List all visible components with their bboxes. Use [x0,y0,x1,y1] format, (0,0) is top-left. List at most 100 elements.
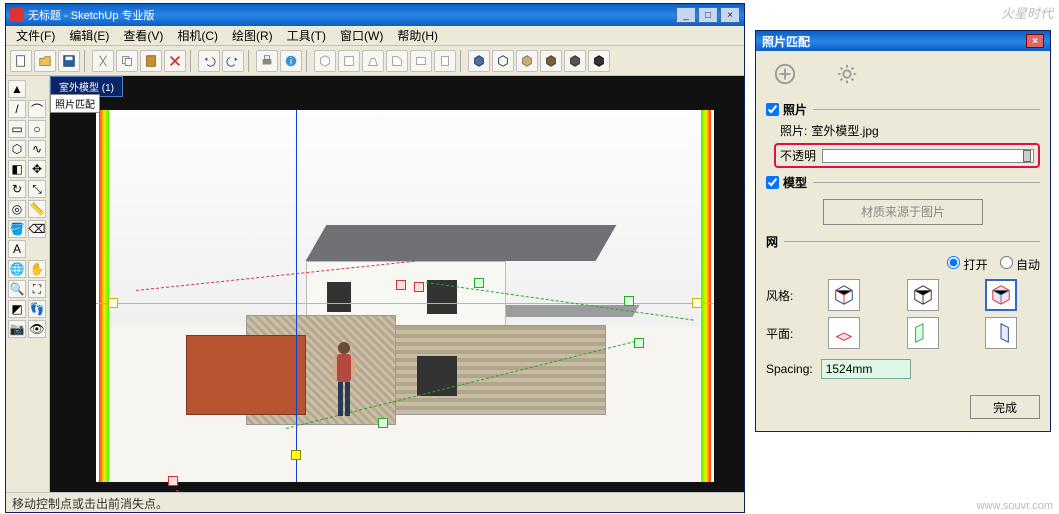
print-button[interactable] [256,50,278,72]
new-button[interactable] [10,50,32,72]
front-view-button[interactable] [362,50,384,72]
zoom-extents-tool[interactable]: ⛶ [28,280,46,298]
style-tb6[interactable] [588,50,610,72]
material-from-photo-button[interactable]: 材质来源于图片 [823,199,983,225]
paint-tool[interactable]: 🪣 [8,220,26,238]
done-button[interactable]: 完成 [970,395,1040,419]
cut-button[interactable] [92,50,114,72]
scale-tool[interactable]: ⤡ [28,180,46,198]
style-option-2[interactable] [907,279,939,311]
open-button[interactable] [34,50,56,72]
move-tool[interactable]: ✥ [28,160,46,178]
opacity-slider[interactable] [822,149,1034,163]
section-tool[interactable]: ◩ [8,300,26,318]
app-icon [10,8,24,22]
menu-view[interactable]: 查看(V) [117,25,169,46]
green-handle[interactable] [378,418,388,428]
polygon-tool[interactable]: ⬡ [8,140,26,158]
zoom-tool[interactable]: 🔍 [8,280,26,298]
dialog-close-button[interactable]: × [1026,34,1044,48]
add-photo-icon[interactable] [774,63,796,85]
photo-area[interactable] [96,110,714,482]
photo-match-tab[interactable]: 照片匹配 [50,94,100,113]
rotate-tool[interactable]: ↻ [8,180,26,198]
menu-edit[interactable]: 编辑(E) [63,25,115,46]
eraser-tool[interactable]: ⌫ [28,220,46,238]
red-handle[interactable] [396,280,406,290]
house-model [186,225,606,445]
minimize-button[interactable]: _ [676,7,696,23]
titlebar[interactable]: 无标题 - SketchUp 专业版 _ □ × [6,4,744,26]
menu-camera[interactable]: 相机(C) [171,25,224,46]
grid-auto-radio[interactable]: 自动 [1000,256,1040,273]
horizon-line[interactable] [96,303,714,304]
left-view-button[interactable] [434,50,456,72]
photo-section-label: 照片 [783,101,807,118]
horizon-handle[interactable] [108,298,118,308]
save-button[interactable] [58,50,80,72]
walk-tool[interactable]: 👣 [28,300,46,318]
select-tool[interactable]: ▲ [8,80,26,98]
green-handle[interactable] [474,278,484,288]
menu-tools[interactable]: 工具(T) [281,25,332,46]
style-tb1[interactable] [468,50,490,72]
scale-figure[interactable] [328,340,360,426]
pushpull-tool[interactable]: ◧ [8,160,26,178]
iso-view-button[interactable] [314,50,336,72]
orbit-tool[interactable]: 🌐 [8,260,26,278]
origin-handle[interactable] [291,450,301,460]
line-tool[interactable]: / [8,100,26,118]
freehand-tool[interactable]: ∿ [28,140,46,158]
redo-button[interactable] [222,50,244,72]
circle-tool[interactable]: ○ [28,120,46,138]
rectangle-tool[interactable]: ▭ [8,120,26,138]
viewport[interactable]: 室外模型 (1) 照片匹配 [50,76,744,492]
watermark-url: www.souvr.com [977,500,1053,512]
red-handle[interactable] [414,282,424,292]
style-option-3[interactable] [985,279,1017,311]
delete-button[interactable] [164,50,186,72]
style-tb5[interactable] [564,50,586,72]
green-handle[interactable] [624,296,634,306]
plane-option-xy[interactable] [828,317,860,349]
tape-tool[interactable]: 📏 [28,200,46,218]
text-tool[interactable]: A [8,240,26,258]
left-tool-palette: ▲ /⌒ ▭○ ⬡∿ ◧✥ ↻⤡ ◎📏 🪣⌫ A 🌐✋ 🔍⛶ ◩👣 📷👁 [6,76,50,492]
style-option-1[interactable] [828,279,860,311]
style-tb3[interactable] [516,50,538,72]
opacity-slider-thumb[interactable] [1023,150,1031,162]
right-view-button[interactable] [386,50,408,72]
pan-tool[interactable]: ✋ [28,260,46,278]
menu-window[interactable]: 窗口(W) [334,25,389,46]
photo-section-checkbox[interactable] [766,103,779,116]
offset-tool[interactable]: ◎ [8,200,26,218]
look-around-tool[interactable]: 👁 [28,320,46,338]
top-view-button[interactable] [338,50,360,72]
statusbar: 移动控制点或击出前消失点。 [6,492,744,512]
style-tb4[interactable] [540,50,562,72]
plane-option-xz[interactable] [907,317,939,349]
close-button[interactable]: × [720,7,740,23]
horizon-handle[interactable] [692,298,702,308]
red-line-2[interactable] [176,490,443,492]
paste-button[interactable] [140,50,162,72]
spacing-input[interactable] [821,359,911,379]
menu-file[interactable]: 文件(F) [10,25,61,46]
gear-icon[interactable] [836,63,858,85]
style-tb2[interactable] [492,50,514,72]
maximize-button[interactable]: □ [698,7,718,23]
undo-button[interactable] [198,50,220,72]
dialog-titlebar[interactable]: 照片匹配 × [756,31,1050,51]
arc-tool[interactable]: ⌒ [28,100,46,118]
position-camera-tool[interactable]: 📷 [8,320,26,338]
model-section-checkbox[interactable] [766,176,779,189]
red-handle[interactable] [168,476,178,486]
back-view-button[interactable] [410,50,432,72]
plane-option-yz[interactable] [985,317,1017,349]
copy-button[interactable] [116,50,138,72]
menu-draw[interactable]: 绘图(R) [226,25,279,46]
help-button[interactable]: i [280,50,302,72]
menu-help[interactable]: 帮助(H) [391,25,444,46]
grid-on-radio[interactable]: 打开 [947,256,987,273]
green-handle[interactable] [634,338,644,348]
